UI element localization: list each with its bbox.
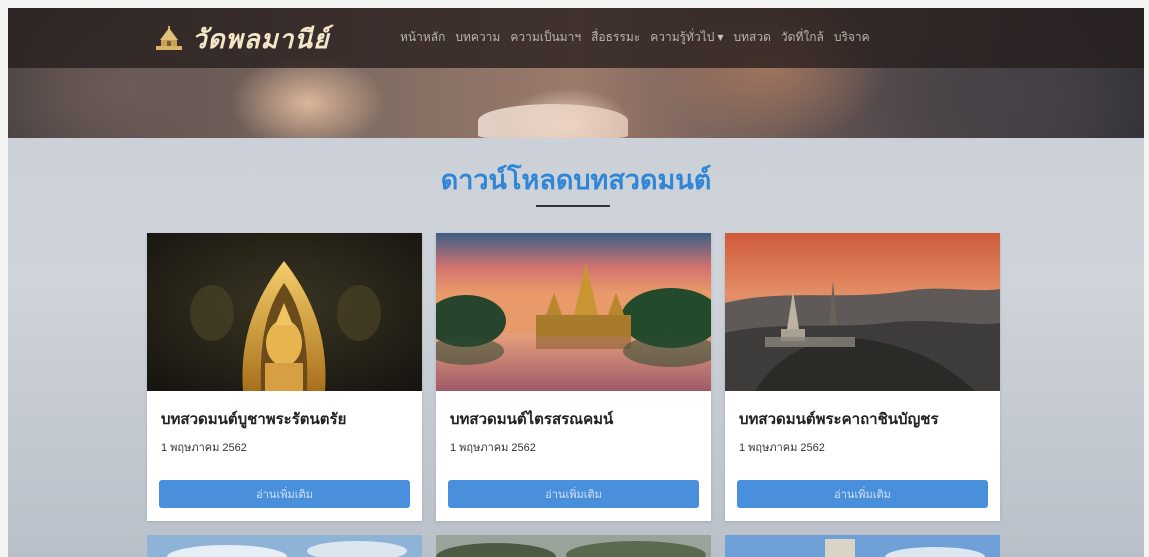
temple-icon: [156, 26, 182, 50]
nav-label: หน้าหลัก: [400, 30, 446, 44]
nav-item-nearby-temples[interactable]: วัดที่ใกล้: [781, 28, 824, 47]
main-nav: หน้าหลัก บทความ ความเป็นมาฯ สื่อธรรมะ คว…: [400, 28, 870, 47]
nav-item-articles[interactable]: บทความ: [455, 28, 500, 47]
nav-label: วัดที่ใกล้: [780, 30, 824, 44]
read-more-button[interactable]: อ่านเพิ่มเติม: [448, 480, 699, 508]
nav-item-donate[interactable]: บริจาค: [834, 28, 870, 47]
caret-down-icon: ▼: [717, 33, 724, 42]
chant-card[interactable]: บทสวดมนต์บูชาพระรัตนตรัย 1 พฤษภาคม 2562 …: [147, 233, 422, 521]
card-title[interactable]: บทสวดมนต์บูชาพระรัตนตรัย: [161, 407, 346, 431]
sky-clouds-image: [147, 535, 422, 557]
navbar: วัดพลมานีย์ หน้าหลัก บทความ ความเป็นมาฯ …: [8, 8, 1144, 68]
card-title[interactable]: บทสวดมนต์พระคาถาชินบัญชร: [739, 407, 939, 431]
site-name: วัดพลมานีย์: [192, 24, 330, 55]
praying-hands-image: [478, 104, 628, 138]
nav-label: บทสวด: [733, 30, 771, 44]
temple-lake-sunset-image: [436, 233, 711, 391]
nav-item-chants[interactable]: บทสวด: [734, 28, 771, 47]
read-more-button[interactable]: อ่านเพิ่มเติม: [159, 480, 410, 508]
hilltop-pagoda-image: [725, 233, 1000, 391]
nav-label: ความเป็นมาฯ: [510, 30, 582, 44]
temple-trees-image: [436, 535, 711, 557]
site-logo[interactable]: วัดพลมานีย์: [154, 22, 329, 56]
nav-label: บริจาค: [833, 30, 870, 44]
card-date: 1 พฤษภาคม 2562: [450, 442, 536, 454]
chant-card[interactable]: บทสวดมนต์ไตรสรณคมน์ 1 พฤษภาคม 2562 อ่านเ…: [436, 233, 711, 521]
card-title[interactable]: บทสวดมนต์ไตรสรณคมน์: [450, 407, 613, 431]
golden-buddha-image: [147, 233, 422, 391]
read-more-button[interactable]: อ่านเพิ่มเติม: [737, 480, 988, 508]
chant-card[interactable]: บทสวดมนต์พระคาถาชินบัญชร 1 พฤษภาคม 2562 …: [725, 233, 1000, 521]
card-grid: บทสวดมนต์บูชาพระรัตนตรัย 1 พฤษภาคม 2562 …: [147, 233, 1000, 521]
title-divider: [536, 205, 610, 207]
nav-item-general-knowledge[interactable]: ความรู้ทั่วไป ▼: [650, 28, 723, 47]
nav-label: ความรู้ทั่วไป: [650, 30, 715, 44]
nav-label: สื่อธรรมะ: [591, 30, 641, 44]
card-date: 1 พฤษภาคม 2562: [161, 442, 247, 454]
next-card-row: [147, 535, 1000, 557]
section-title: ดาวน์โหลดบทสวดมนต์: [440, 165, 712, 195]
nav-item-history[interactable]: ความเป็นมาฯ: [510, 28, 581, 47]
card-date: 1 พฤษภาคม 2562: [739, 442, 825, 454]
page-frame: วัดพลมานีย์ หน้าหลัก บทความ ความเป็นมาฯ …: [8, 8, 1144, 557]
temple-tower-image: [725, 535, 1000, 557]
nav-label: บทความ: [455, 30, 501, 44]
nav-item-dharma-media[interactable]: สื่อธรรมะ: [591, 28, 640, 47]
nav-item-home[interactable]: หน้าหลัก: [400, 28, 445, 47]
